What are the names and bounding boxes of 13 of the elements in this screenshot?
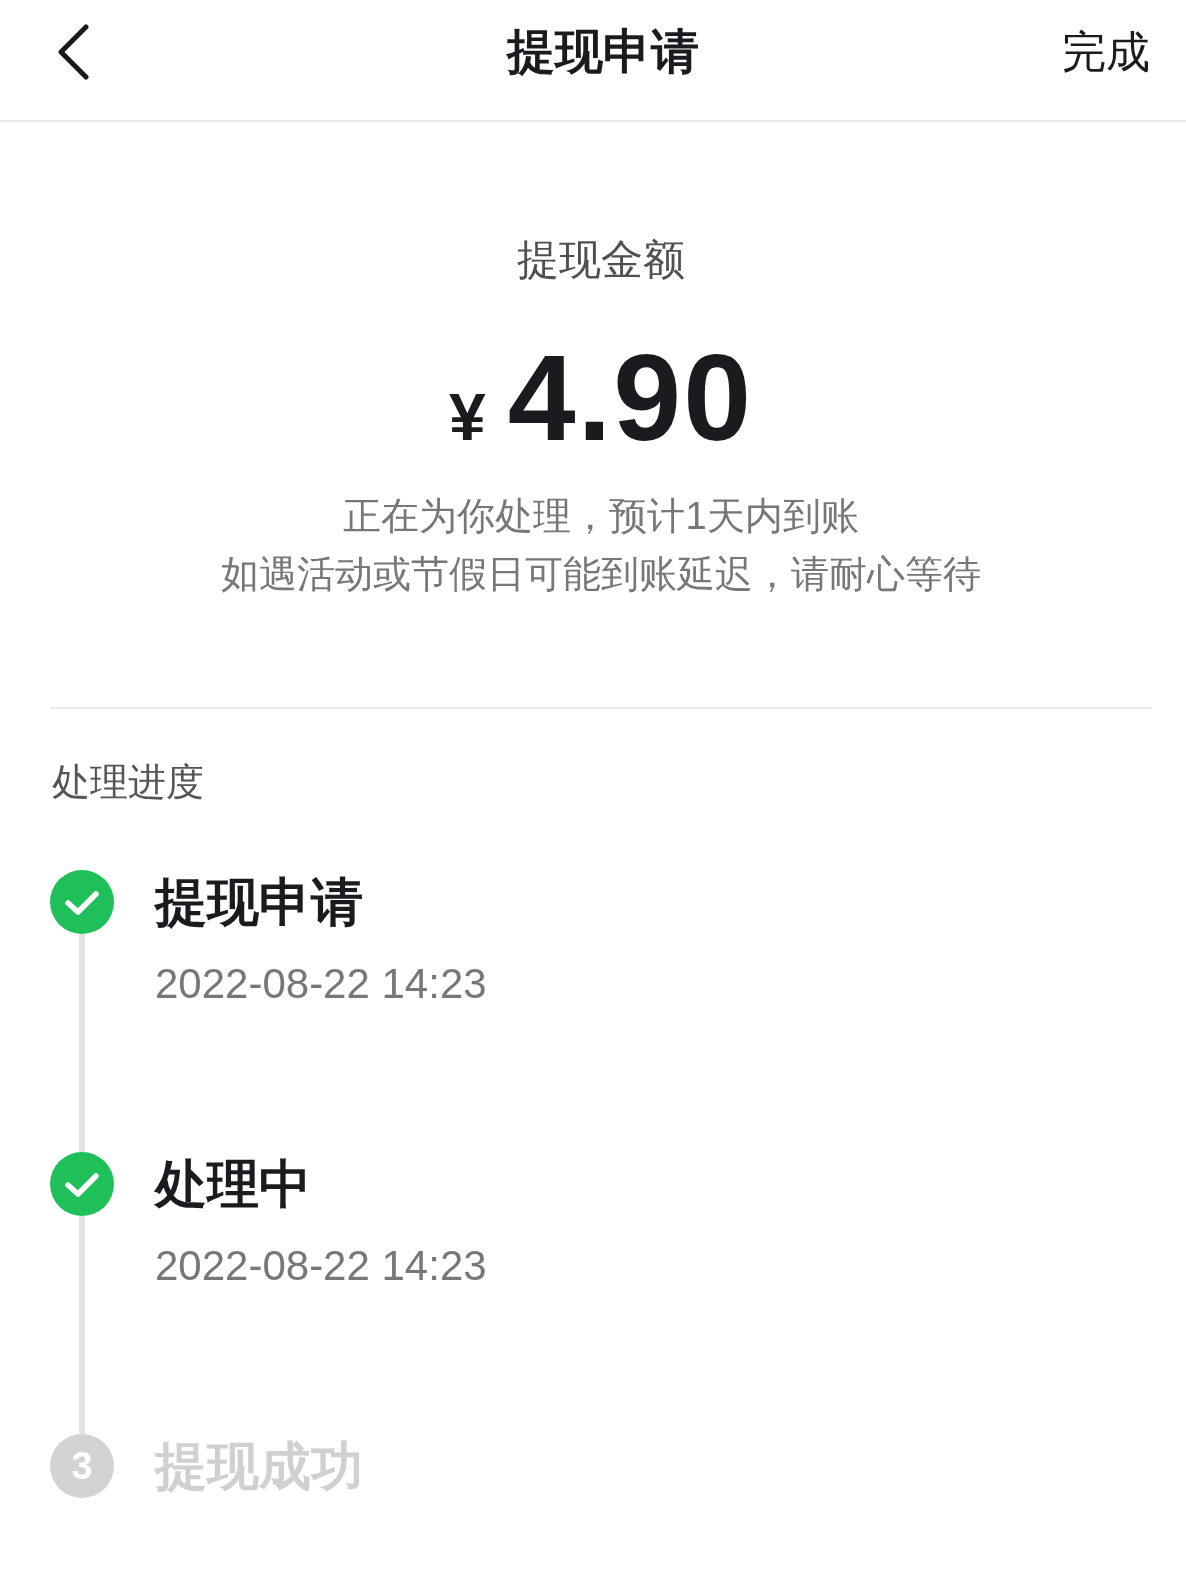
status-note: 如遇活动或节假日可能到账延迟，请耐心等待 bbox=[221, 552, 981, 597]
step-title: 处理中 bbox=[155, 1154, 311, 1215]
page-title: 提现申请 bbox=[507, 24, 699, 80]
status-note: 正在为你处理，预计1天内到账 bbox=[343, 494, 859, 539]
back-icon[interactable] bbox=[56, 24, 90, 80]
step-title: 提现申请 bbox=[155, 872, 363, 933]
step-time: 2022-08-22 14:23 bbox=[155, 1241, 487, 1291]
step-time: 2022-08-22 14:23 bbox=[155, 959, 487, 1009]
amount-label: 提现金额 bbox=[517, 235, 685, 285]
section-title: 处理进度 bbox=[51, 760, 204, 805]
currency-symbol: ¥ bbox=[448, 379, 486, 456]
done-button[interactable]: 完成 bbox=[1062, 25, 1150, 79]
amount-value: 4.90 bbox=[507, 333, 754, 463]
